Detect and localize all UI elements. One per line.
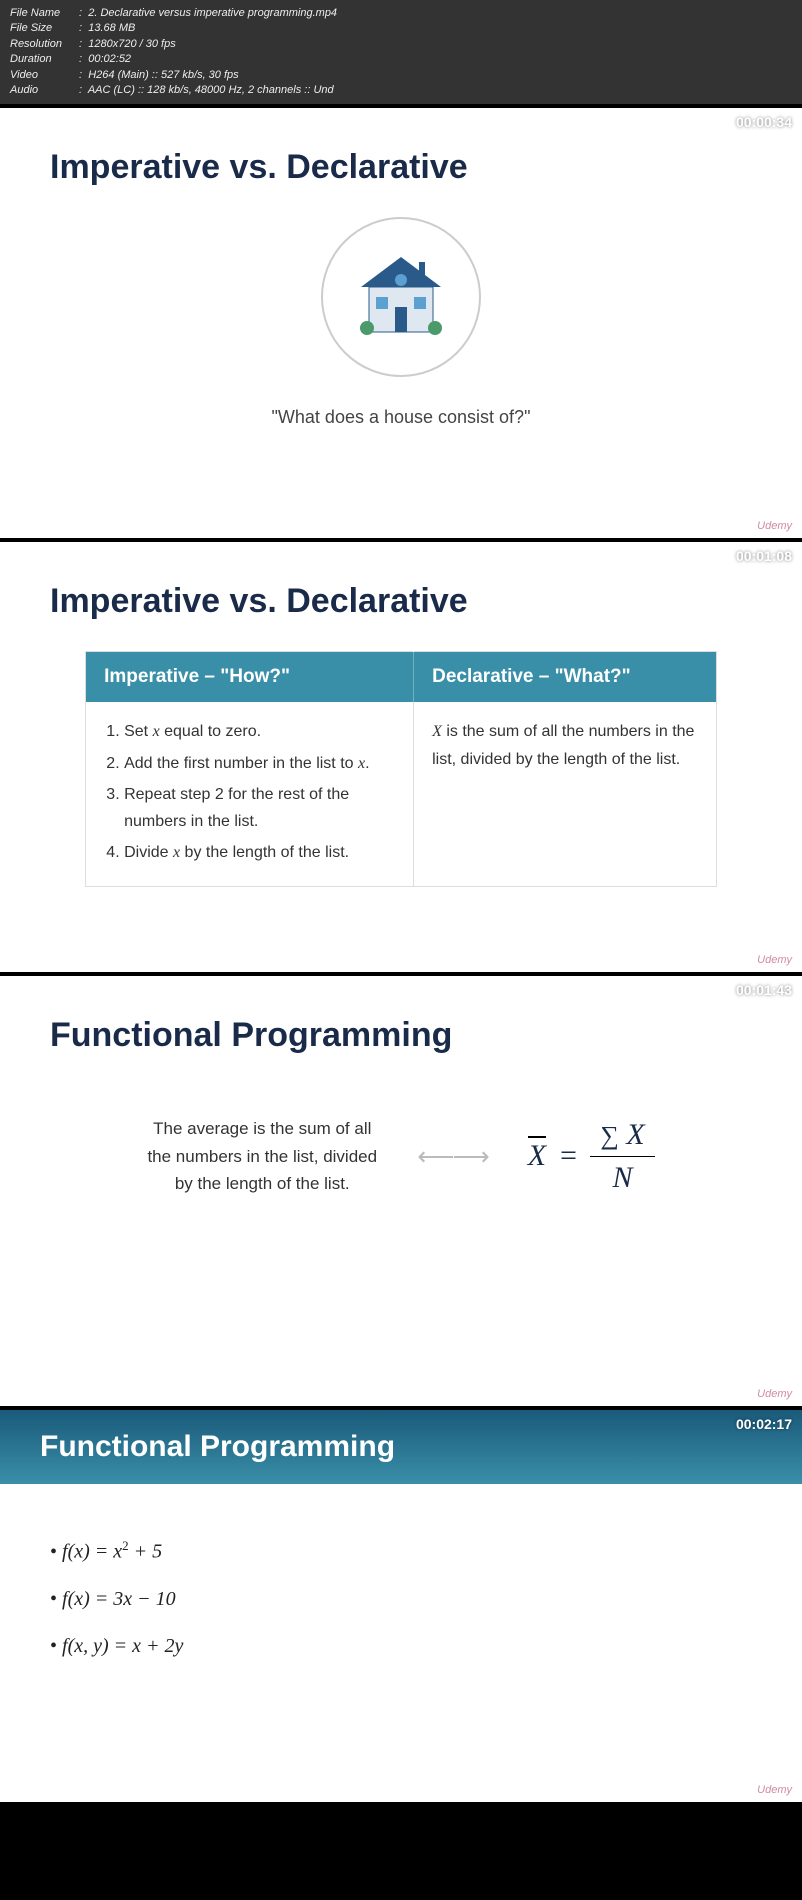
imperative-step: Divide x by the length of the list. [124, 839, 395, 866]
metadata-audio: Audio : AAC (LC) :: 128 kb/s, 48000 Hz, … [10, 83, 792, 98]
metadata-filesize: File Size : 13.68 MB [10, 21, 792, 36]
formula-description: The average is the sum of all the number… [147, 1115, 377, 1197]
metadata-resolution: Resolution : 1280x720 / 30 fps [10, 37, 792, 52]
metadata-video: Video : H264 (Main) :: 527 kb/s, 30 fps [10, 68, 792, 83]
slide-3: 00:01:43 Functional Programming The aver… [0, 976, 802, 1406]
house-illustration [321, 217, 481, 377]
timestamp-overlay: 00:01:08 [736, 548, 792, 564]
slide-2: 00:01:08 Imperative vs. Declarative Impe… [0, 542, 802, 972]
mean-formula: X = ∑ X N [528, 1118, 655, 1195]
equation-item: f(x, y) = x + 2y [50, 1635, 752, 1658]
metadata-duration: Duration : 00:02:52 [10, 52, 792, 67]
watermark: Udemy [757, 954, 792, 966]
slide-1: 00:00:34 Imperative vs. Declarative "Wha… [0, 108, 802, 538]
table-header-imperative: Imperative – "How?" [86, 652, 414, 703]
timestamp-overlay: 00:02:17 [736, 1416, 792, 1432]
slide-title: Imperative vs. Declarative [50, 148, 752, 187]
timestamp-overlay: 00:00:34 [736, 114, 792, 130]
slide-title: Functional Programming [40, 1430, 762, 1464]
comparison-table: Imperative – "How?" Declarative – "What?… [85, 651, 717, 887]
slide-caption: "What does a house consist of?" [50, 407, 752, 428]
equation-item: f(x) = x2 + 5 [50, 1538, 752, 1564]
declarative-cell: X is the sum of all the numbers in the l… [414, 702, 717, 886]
watermark: Udemy [757, 1388, 792, 1400]
watermark: Udemy [757, 1784, 792, 1796]
equation-item: f(x) = 3x − 10 [50, 1588, 752, 1611]
imperative-cell: Set x equal to zero. Add the first numbe… [86, 702, 414, 886]
imperative-step: Set x equal to zero. [124, 718, 395, 745]
house-icon [351, 252, 451, 342]
file-metadata-panel: File Name : 2. Declarative versus impera… [0, 0, 802, 104]
table-header-declarative: Declarative – "What?" [414, 652, 717, 703]
slide-title: Imperative vs. Declarative [50, 582, 752, 621]
metadata-filename: File Name : 2. Declarative versus impera… [10, 6, 792, 21]
slide-title: Functional Programming [50, 1016, 752, 1055]
equation-list: f(x) = x2 + 5 f(x) = 3x − 10 f(x, y) = x… [50, 1538, 752, 1658]
imperative-step: Repeat step 2 for the rest of the number… [124, 781, 395, 835]
slide-4: 00:02:17 Functional Programming f(x) = x… [0, 1410, 802, 1802]
timestamp-overlay: 00:01:43 [736, 982, 792, 998]
imperative-step: Add the first number in the list to x. [124, 750, 395, 777]
watermark: Udemy [757, 520, 792, 532]
double-arrow-icon: ⟵⟶ [417, 1141, 488, 1172]
slide-header-bar: Functional Programming [0, 1410, 802, 1484]
